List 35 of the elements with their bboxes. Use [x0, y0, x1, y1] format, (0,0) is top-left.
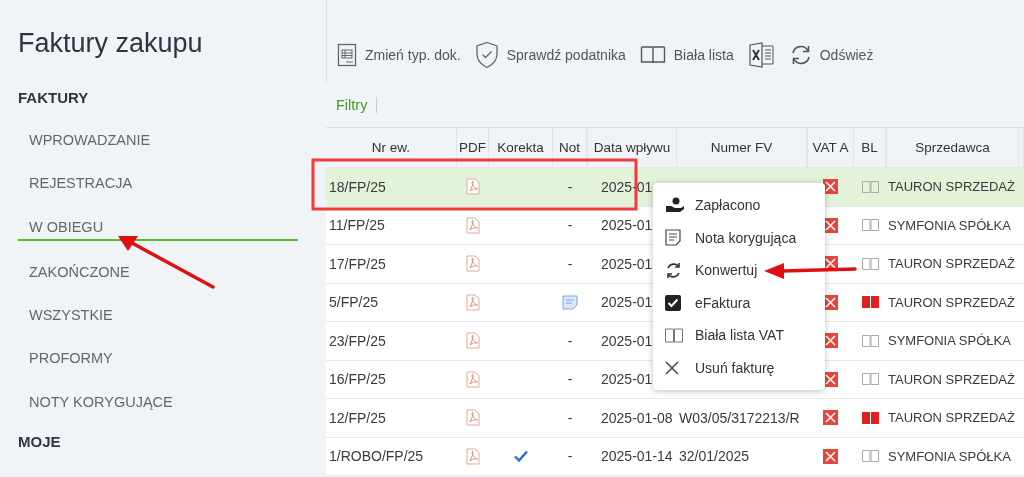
table-cell: 2025-01: [601, 294, 653, 311]
table-cell: TAURON SPRZEDAŻ: [888, 256, 1015, 272]
table-cell: 2025-01: [601, 255, 653, 272]
table-cell: TAURON SPRZEDAŻ: [888, 294, 1015, 310]
table-cell: 2025-01: [601, 371, 653, 388]
table-cell: TAURON SPRZEDAŻ: [888, 179, 1015, 195]
table-cell: 2025-01: [601, 217, 653, 234]
table-cell: 11/FP/25: [329, 217, 385, 234]
table-cell: TAURON SPRZEDAŻ: [888, 410, 1015, 426]
table-cell: W03/05/3172213/R: [679, 409, 800, 426]
table-cell: SYMFONIA SPÓŁKA: [888, 333, 1011, 349]
table-cell: 23/FP/25: [329, 332, 386, 349]
table-cell: -: [567, 448, 573, 465]
table-cell: -: [567, 409, 573, 426]
table-cell: SYMFONIA SPÓŁKA: [888, 448, 1011, 464]
table-cell: 2025-01: [601, 332, 653, 349]
table-cell: 2025-01-14: [601, 448, 673, 465]
section-heading: FAKTURY: [18, 89, 90, 106]
table-cell: -: [567, 178, 573, 195]
table-cell: -: [567, 371, 573, 388]
table-cell: 32/01/2025: [679, 448, 750, 465]
table-cell: 18/FP/25: [329, 178, 386, 195]
table-cell: 16/FP/25: [329, 371, 386, 388]
table-cell: 1/ROBO/FP/25: [329, 448, 424, 465]
section-heading: MOJE: [18, 433, 62, 451]
table-cell: 17/FP/25: [329, 255, 386, 272]
page-title: Faktury zakupu: [18, 28, 204, 59]
table-cell: 12/FP/25: [329, 409, 386, 426]
table-cell: 5/FP/25: [329, 294, 379, 311]
table-cell: -: [567, 332, 573, 349]
table-cell: SYMFONIA SPÓŁKA: [888, 217, 1011, 233]
table-cell: 2025-01-08: [601, 409, 673, 426]
table-cell: TAURON SPRZEDAŻ: [888, 371, 1015, 387]
table-cell: -: [567, 255, 573, 272]
table-cell: -: [567, 217, 573, 234]
